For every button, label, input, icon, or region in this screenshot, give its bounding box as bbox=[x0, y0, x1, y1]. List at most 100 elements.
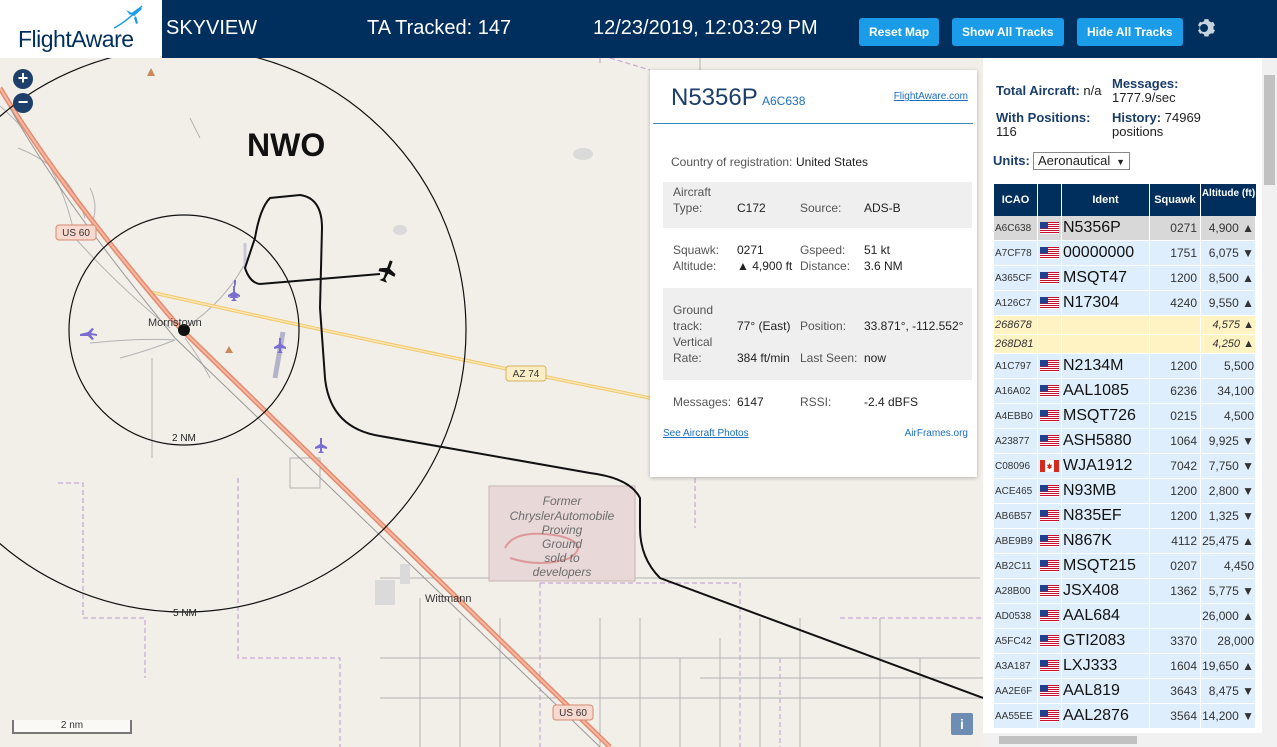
table-row[interactable]: A126C7 N17304 4240 9,550 ▲ bbox=[994, 291, 1256, 316]
altitude-cell: 5,500 bbox=[1201, 354, 1256, 378]
altitude-cell: 8,500 ▲ bbox=[1201, 266, 1256, 290]
site-name: SKYVIEW bbox=[166, 17, 258, 39]
map-info-button[interactable]: i bbox=[951, 713, 973, 735]
vertical-scrollbar[interactable] bbox=[1262, 58, 1277, 747]
table-row[interactable]: A1C797 N2134M 1200 5,500 bbox=[994, 354, 1256, 379]
popup-track-row: Ground track: 77° (East) Position: 33.87… bbox=[663, 288, 972, 380]
table-row[interactable]: AD0538 AAL684 26,000 ▲ bbox=[994, 604, 1256, 629]
column-header-ident[interactable]: Ident bbox=[1062, 184, 1150, 216]
altitude-cell: 4,250 ▲ bbox=[1201, 335, 1256, 353]
squawk-cell: 6236 bbox=[1150, 379, 1201, 403]
squawk-cell: 1200 bbox=[1150, 354, 1201, 378]
flag-cell bbox=[1038, 291, 1062, 315]
svg-text:Former: Former bbox=[543, 494, 583, 508]
show-all-tracks-button[interactable]: Show All Tracks bbox=[952, 18, 1064, 46]
squawk-cell: 1200 bbox=[1150, 479, 1201, 503]
squawk-cell: 0215 bbox=[1150, 404, 1201, 428]
us-flag-icon bbox=[1040, 660, 1059, 672]
popup-squawk-row: Squawk: 0271 Gspeed: 51 kt Altitude: ▲ 4… bbox=[673, 243, 903, 273]
road-shield-us60-south: US 60 bbox=[552, 704, 594, 721]
column-header-flag[interactable] bbox=[1038, 184, 1062, 216]
table-row[interactable]: A3A187 LXJ333 1604 19,650 ▲ bbox=[994, 654, 1256, 679]
squawk-cell bbox=[1150, 335, 1201, 353]
popup-icao[interactable]: A6C638 bbox=[762, 94, 805, 108]
table-row[interactable]: A4EBB0 MSQT726 0215 4,500 bbox=[994, 404, 1256, 429]
svg-text:US 60: US 60 bbox=[62, 228, 90, 239]
ident-cell: AAL2876 bbox=[1062, 704, 1150, 728]
squawk-cell bbox=[1150, 604, 1201, 628]
table-row[interactable]: AA2E6F AAL819 3643 8,475 ▼ bbox=[994, 679, 1256, 704]
ring-label-2nm: 2 NM bbox=[172, 433, 196, 444]
flag-cell bbox=[1038, 479, 1062, 503]
ident-cell: N17304 bbox=[1062, 291, 1150, 315]
us-flag-icon bbox=[1040, 710, 1059, 722]
scrollbar-thumb[interactable] bbox=[1264, 75, 1275, 185]
zoom-out-button[interactable]: − bbox=[13, 93, 33, 113]
table-row[interactable]: 268678 4,575 ▲ bbox=[994, 316, 1256, 335]
flag-cell bbox=[1038, 504, 1062, 528]
table-row[interactable]: A28B00 JSX408 1362 5,775 ▼ bbox=[994, 579, 1256, 604]
flag-cell bbox=[1038, 429, 1062, 453]
altitude-cell: 7,750 ▼ bbox=[1201, 454, 1256, 478]
icao-cell: A7CF78 bbox=[994, 241, 1038, 265]
ident-cell bbox=[1062, 335, 1150, 353]
airframes-link[interactable]: AirFrames.org bbox=[905, 428, 968, 439]
table-row[interactable]: A7CF78 00000000 1751 6,075 ▼ bbox=[994, 241, 1256, 266]
column-header-squawk[interactable]: Squawk bbox=[1150, 184, 1201, 216]
icao-cell: AA55EE bbox=[994, 704, 1038, 728]
flag-cell bbox=[1038, 216, 1062, 240]
column-header-altitude[interactable]: Altitude (ft) bbox=[1201, 184, 1256, 216]
ident-cell: WJA1912 bbox=[1062, 454, 1150, 478]
altitude-cell: 28,000 bbox=[1201, 629, 1256, 653]
ident-cell: LXJ333 bbox=[1062, 654, 1150, 678]
table-row[interactable]: A16A02 AAL1085 6236 34,100 bbox=[994, 379, 1256, 404]
altitude-cell: 34,100 bbox=[1201, 379, 1256, 403]
zoom-in-button[interactable]: + bbox=[13, 69, 33, 89]
us-flag-icon bbox=[1040, 360, 1059, 372]
ident-cell: JSX408 bbox=[1062, 579, 1150, 603]
logo[interactable]: FlightAware bbox=[0, 0, 162, 58]
ident-cell: AAL819 bbox=[1062, 679, 1150, 703]
svg-text:Proving: Proving bbox=[542, 523, 583, 537]
icao-cell: 268678 bbox=[994, 316, 1038, 334]
table-row[interactable]: A23877 ASH5880 1064 9,925 ▼ bbox=[994, 429, 1256, 454]
table-row[interactable]: A5FC42 GTI2083 3370 28,000 bbox=[994, 629, 1256, 654]
svg-text:Ground: Ground bbox=[542, 537, 582, 551]
selected-aircraft-icon[interactable] bbox=[376, 258, 399, 284]
table-row[interactable]: A6C638 N5356P 0271 4,900 ▲ bbox=[994, 216, 1256, 241]
flag-cell bbox=[1038, 554, 1062, 578]
squawk-cell bbox=[1150, 316, 1201, 334]
popup-callsign: N5356P bbox=[671, 84, 758, 111]
us-flag-icon bbox=[1040, 510, 1059, 522]
table-row[interactable]: AB6B57 N835EF 1200 1,325 ▼ bbox=[994, 504, 1256, 529]
table-row[interactable]: ABE9B9 N867K 4112 25,475 ▲ bbox=[994, 529, 1256, 554]
flag-cell bbox=[1038, 316, 1062, 334]
table-row[interactable]: ACE465 N93MB 1200 2,800 ▼ bbox=[994, 479, 1256, 504]
reset-map-button[interactable]: Reset Map bbox=[859, 18, 940, 46]
table-row[interactable]: AB2C11 MSQT215 0207 4,450 bbox=[994, 554, 1256, 579]
horizontal-scrollbar[interactable] bbox=[983, 733, 1262, 747]
us-flag-icon bbox=[1040, 535, 1059, 547]
history-stat: History: 74969 positions bbox=[1112, 110, 1201, 139]
table-row[interactable]: AA55EE AAL2876 3564 14,200 ▼ bbox=[994, 704, 1256, 729]
ident-cell: MSQT215 bbox=[1062, 554, 1150, 578]
squawk-cell: 7042 bbox=[1150, 454, 1201, 478]
aircraft-photos-link[interactable]: See Aircraft Photos bbox=[663, 428, 749, 439]
scrollbar-thumb[interactable] bbox=[999, 736, 1137, 744]
table-row[interactable]: A365CF MSQT47 1200 8,500 ▲ bbox=[994, 266, 1256, 291]
altitude-cell: 14,200 ▼ bbox=[1201, 704, 1256, 728]
icao-cell: AB6B57 bbox=[994, 504, 1038, 528]
icao-cell: A1C797 bbox=[994, 354, 1038, 378]
table-row[interactable]: C08096 WJA1912 7042 7,750 ▼ bbox=[994, 454, 1256, 479]
units-select[interactable]: Aeronautical bbox=[1033, 152, 1130, 170]
altitude-cell: 4,900 ▲ bbox=[1201, 216, 1256, 240]
flag-cell bbox=[1038, 404, 1062, 428]
gear-icon[interactable] bbox=[1194, 16, 1218, 40]
icao-cell: A365CF bbox=[994, 266, 1038, 290]
altitude-cell: 5,775 ▼ bbox=[1201, 579, 1256, 603]
hide-all-tracks-button[interactable]: Hide All Tracks bbox=[1077, 18, 1183, 46]
table-row[interactable]: 268D81 4,250 ▲ bbox=[994, 335, 1256, 354]
column-header-icao[interactable]: ICAO bbox=[994, 184, 1038, 216]
flightaware-link[interactable]: FlightAware.com bbox=[894, 91, 968, 102]
flag-cell bbox=[1038, 241, 1062, 265]
